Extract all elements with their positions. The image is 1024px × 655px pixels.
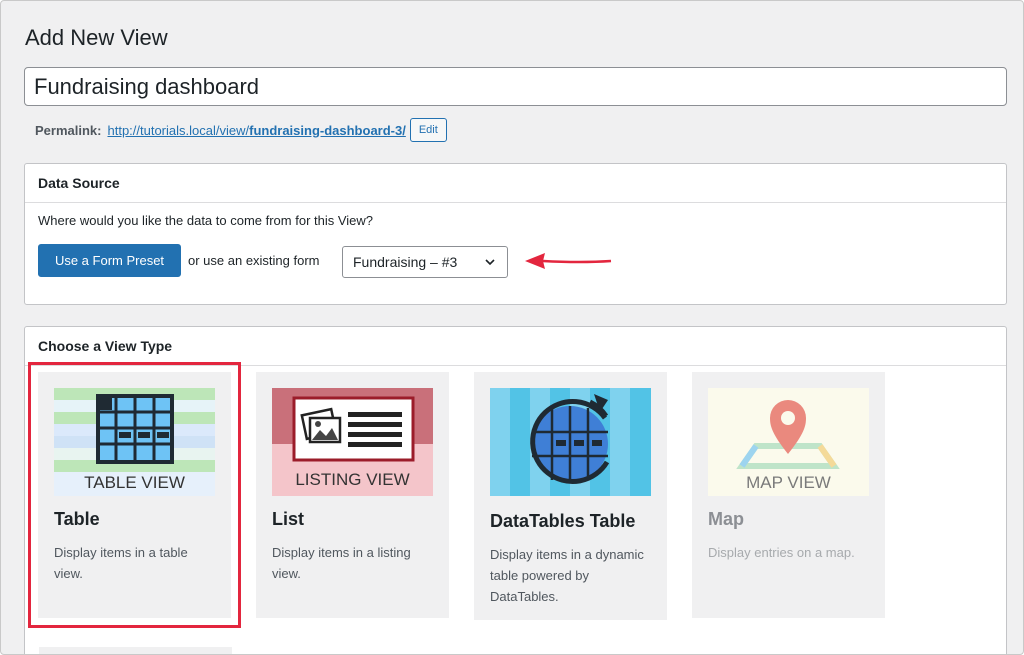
app-window: Add New View Fundraising dashboard Perma… [0,0,1024,655]
card-title-datatables: DataTables Table [490,511,636,531]
view-type-header: Choose a View Type [25,327,1006,366]
card-description-list: Display items in a listing view. [272,545,411,581]
card-title-list: List [272,509,305,529]
listing-document-icon: LISTING VIEW [272,388,433,496]
permalink-url-slug: fundraising-dashboard-3/ [249,122,406,138]
page-title: Add New View [25,25,168,50]
card-title-table: Table [54,509,100,529]
use-form-preset-button[interactable]: Use a Form Preset [38,244,181,277]
permalink-link[interactable]: http://tutorials.local/view/fundraising-… [107,123,405,138]
permalink-label: Permalink: [35,122,102,138]
list-thumb-label: LISTING VIEW [295,470,409,489]
data-source-question: Where would you like the data to come fr… [38,213,374,228]
view-type-card-list[interactable]: LISTING VIEW List Display items in a lis… [256,372,449,618]
permalink-url-base: http://tutorials.local/view/ [107,122,250,138]
data-source-panel: Data Source Where would you like the dat… [24,163,1007,305]
edit-permalink-button[interactable]: Edit [409,118,447,142]
existing-form-label: or use an existing form [188,253,320,268]
card-description-table: Display items in a table view. [54,545,188,581]
view-type-card-datatables[interactable]: DataTables Table Display items in a dyna… [474,372,667,620]
map-thumb-label: MAP VIEW [746,473,831,492]
selected-form-value: Fundraising – #3 [353,254,458,270]
view-title-input[interactable]: Fundraising dashboard [24,67,1007,106]
permalink-row: Permalink: http://tutorials.local/view/f… [35,118,447,142]
next-card-partial [39,647,232,654]
view-type-card-table[interactable]: TABLE VIEW Table Display items in a tabl… [38,372,231,618]
table-grid-icon: TABLE VIEW [54,388,215,496]
chevron-down-icon [485,259,495,266]
card-description-datatables: Display items in a dynamic table powered… [490,547,644,604]
view-title-value: Fundraising dashboard [34,73,260,99]
existing-form-select[interactable]: Fundraising – #3 [342,246,508,278]
card-description-map: Display entries on a map. [708,545,855,560]
annotation-arrow-icon [525,253,612,269]
view-type-card-map[interactable]: MAP VIEW Map Display entries on a map. [692,372,885,618]
table-thumb-label: TABLE VIEW [84,473,185,492]
card-title-map: Map [708,509,744,529]
refresh-globe-grid-icon [490,388,651,496]
data-source-header: Data Source [25,164,1006,203]
map-pin-icon: MAP VIEW [708,388,869,496]
